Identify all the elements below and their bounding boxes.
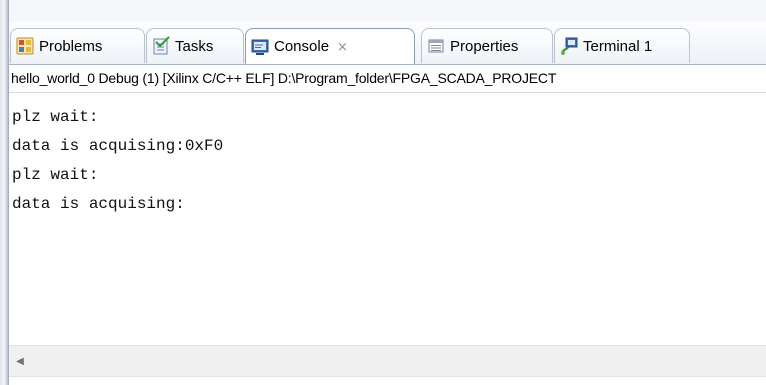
close-icon[interactable]: ⨯ [337,39,348,55]
tab-problems[interactable]: Problems [10,28,145,63]
tab-terminal-label: Terminal 1 [583,37,653,55]
console-icon [251,39,269,55]
editor-area-edge [9,0,766,23]
tab-tasks[interactable]: Tasks [146,28,244,63]
terminal-icon [561,37,578,55]
console-line: data is acquising:0xF0 [12,137,224,155]
tab-console[interactable]: Console ⨯ [245,28,415,64]
console-view-panel: Problems Tasks Console ⨯ Properties Term… [9,22,766,385]
tab-properties[interactable]: Properties [421,28,553,63]
panel-bottom-edge [9,377,766,385]
console-line: data is acquising: [12,195,185,213]
tasks-icon [153,36,170,55]
console-line: plz wait: [12,108,99,126]
tab-terminal[interactable]: Terminal 1 [554,28,690,63]
view-tab-bar: Problems Tasks Console ⨯ Properties Term… [9,22,766,65]
console-output[interactable]: plz wait: data is acquising:0xF0 plz wai… [9,93,766,343]
properties-icon [428,39,444,53]
problems-icon [16,37,34,55]
tab-tasks-label: Tasks [175,37,214,55]
tab-problems-label: Problems [39,37,103,55]
window-frame-left [0,0,9,385]
console-line: plz wait: [12,166,99,184]
tab-console-label: Console [274,38,330,55]
console-launch-title: hello_world_0 Debug (1) [Xilinx C/C++ EL… [9,65,766,93]
scroll-left-icon[interactable]: ◀ [9,346,31,376]
horizontal-scrollbar[interactable]: ◀ [9,345,766,377]
tab-properties-label: Properties [450,37,519,55]
